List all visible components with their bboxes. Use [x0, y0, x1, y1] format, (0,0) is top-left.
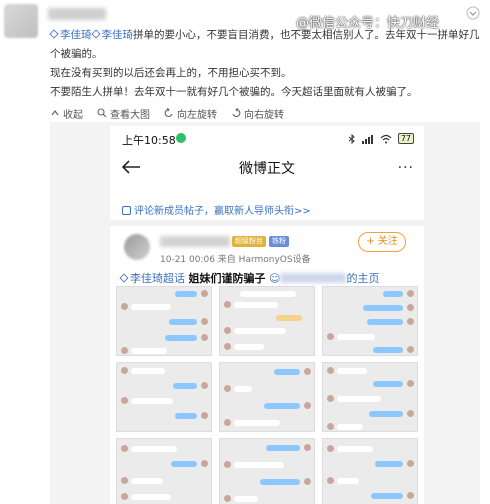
- status-bar: 上午10:58 77: [110, 126, 424, 150]
- post-line-1: 李佳琦 李佳琦拼单的要小心，不要盲目消费，也不要太相信别人了。去年双十一拼单好几: [49, 28, 482, 43]
- mention-blurred[interactable]: [280, 273, 347, 283]
- magnify-icon: [97, 108, 107, 118]
- supertopic-link[interactable]: 李佳琦超话: [119, 272, 185, 285]
- chat-thumb[interactable]: [322, 286, 418, 356]
- post-image[interactable]: 上午10:58 77 微博正文 ··· 评论新成员帖子，赢取新人导师头衔>> 超…: [50, 122, 480, 504]
- headline-bold: 姐妹们谨防骗子: [188, 272, 266, 285]
- section-divider: [110, 220, 424, 226]
- post-line-2: 现在没有买到的以后还会再上的，不用担心买不到。: [50, 67, 292, 79]
- shield-icon: [176, 133, 186, 143]
- view-large-button[interactable]: 查看大图: [97, 106, 150, 121]
- chat-thumb[interactable]: [219, 286, 315, 356]
- poster-tags: 超级粉丝 铁粉: [232, 236, 289, 247]
- bluetooth-icon: [348, 133, 355, 144]
- avatar[interactable]: [4, 4, 38, 38]
- username-blurred[interactable]: [48, 8, 106, 20]
- diamond-icon: [119, 273, 129, 283]
- image-toolbar: 收起 查看大图 向左旋转 向右旋转: [50, 104, 490, 122]
- chat-thumb[interactable]: [219, 438, 315, 504]
- follow-button[interactable]: + 关注: [358, 232, 406, 252]
- rotate-left-button[interactable]: 向左旋转: [164, 106, 217, 121]
- super-fan-badge: 超级粉丝: [232, 236, 266, 247]
- poster-avatar[interactable]: [124, 234, 150, 260]
- rotate-left-icon: [164, 108, 173, 118]
- chat-thumb[interactable]: [322, 438, 418, 504]
- post-meta: 10-21 00:06 来自 HarmonyOS设备: [160, 255, 311, 265]
- status-icons: 77: [348, 133, 414, 144]
- chat-thumb[interactable]: [116, 438, 212, 504]
- chevron-down-icon[interactable]: [466, 6, 480, 20]
- topic-link-1[interactable]: 李佳琦: [49, 29, 92, 41]
- chat-thumb[interactable]: [322, 362, 418, 432]
- edit-icon: [122, 206, 131, 215]
- post-line-3: 不要陌生人拼单！去年双十一就有好几个被骗的。今天超话里面就有人被骗了。: [50, 86, 418, 98]
- diamond-icon: [49, 29, 59, 39]
- phone-screenshot: 上午10:58 77 微博正文 ··· 评论新成员帖子，赢取新人导师头衔>> 超…: [110, 126, 424, 504]
- nav-title: 微博正文: [239, 161, 295, 177]
- collapse-button[interactable]: 收起: [50, 106, 83, 121]
- battery-icon: 77: [397, 133, 414, 144]
- nav-bar: 微博正文 ···: [110, 150, 424, 184]
- topic-link-2[interactable]: 李佳琦: [90, 29, 133, 41]
- wifi-icon: [380, 134, 392, 143]
- collapse-icon: [51, 110, 59, 116]
- signal-icon: [361, 134, 373, 144]
- newcomer-notice[interactable]: 评论新成员帖子，赢取新人导师头衔>>: [122, 202, 311, 217]
- post-line-1-cont: 个被骗的。: [50, 48, 103, 60]
- post-body: 李佳琦 李佳琦拼单的要小心，不要盲目消费，也不要太相信别人了。去年双十一拼单好几 …: [49, 28, 482, 104]
- chat-screenshot-grid: [116, 286, 418, 504]
- headline-tail[interactable]: 的主页: [346, 272, 379, 285]
- chat-thumb[interactable]: [219, 362, 315, 432]
- more-icon[interactable]: ···: [398, 160, 414, 176]
- iron-fan-badge: 铁粉: [269, 236, 289, 247]
- post-headline: 李佳琦超话 姐妹们谨防骗子 ☺ 的主页: [119, 270, 379, 286]
- status-time: 上午10:58: [122, 134, 176, 147]
- rotate-right-icon: [232, 108, 241, 118]
- chat-thumb[interactable]: [116, 362, 212, 432]
- poster-name-blurred[interactable]: [160, 236, 230, 247]
- chat-thumb[interactable]: [116, 286, 212, 356]
- diamond-icon: [90, 29, 101, 39]
- person-icon: ☺: [269, 272, 281, 285]
- rotate-right-button[interactable]: 向右旋转: [231, 106, 284, 121]
